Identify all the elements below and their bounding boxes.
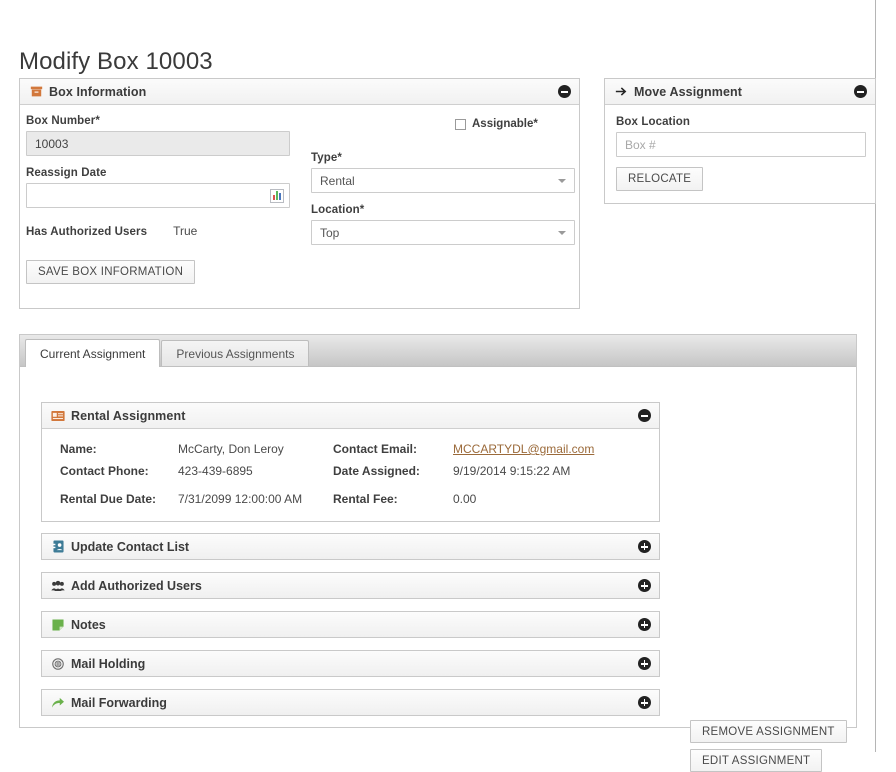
location-value: Top: [320, 225, 340, 240]
accordion-mail-forwarding-label: Mail Forwarding: [71, 695, 167, 710]
chevron-down-icon: [558, 230, 566, 235]
location-label: Location*: [311, 204, 365, 216]
move-assignment-body: Box Location Box # RELOCATE: [605, 105, 875, 191]
assignable-label: Assignable*: [472, 118, 538, 130]
box-info-left-column: Box Number* 10003 Reassign Date Has Auth…: [26, 115, 294, 284]
users-group-icon: [51, 579, 65, 593]
table-row: Name: McCarty, Don Leroy Contact Email: …: [52, 438, 649, 460]
tab-previous-assignments[interactable]: Previous Assignments: [161, 340, 310, 366]
has-authorized-users-value: True: [173, 224, 198, 238]
page-frame: Modify Box 10003 Box Information Box Num…: [0, 0, 876, 772]
edit-assignment-button[interactable]: EDIT ASSIGNMENT: [690, 749, 823, 772]
rental-assignment-header[interactable]: Rental Assignment: [42, 403, 659, 429]
assignment-actions: REMOVE ASSIGNMENT EDIT ASSIGNMENT: [690, 720, 847, 772]
assignable-row: Assignable*: [311, 115, 567, 133]
type-value: Rental: [320, 173, 355, 188]
rental-assignment-panel: Rental Assignment Name: McCarty, Don Ler…: [41, 402, 660, 522]
location-select[interactable]: Top: [311, 220, 575, 245]
archive-box-icon: [29, 85, 43, 99]
rental-assignment-details-table: Name: McCarty, Don Leroy Contact Email: …: [52, 438, 649, 510]
share-arrow-icon: [51, 696, 65, 710]
chevron-down-icon: [558, 178, 566, 183]
relocate-button[interactable]: RELOCATE: [616, 167, 704, 191]
collapse-toggle-rental-assignment[interactable]: [638, 409, 651, 422]
expand-toggle-mail-forwarding[interactable]: [638, 696, 651, 709]
name-value: McCarty, Don Leroy: [178, 442, 284, 456]
table-row: Contact Phone: 423-439-6895 Date Assigne…: [52, 460, 649, 482]
collapse-toggle-move-assignment[interactable]: [854, 85, 867, 98]
contact-email-value-cell: MCCARTYDL@gmail.com: [453, 438, 649, 460]
page-title: Modify Box 10003: [19, 48, 213, 76]
box-location-placeholder: Box #: [625, 137, 656, 152]
accordion-mail-holding[interactable]: Mail Holding: [41, 650, 660, 677]
rental-due-date-value: 7/31/2099 12:00:00 AM: [178, 492, 303, 506]
rental-assignment-title: Rental Assignment: [71, 408, 186, 423]
box-number-input[interactable]: 10003: [26, 131, 290, 156]
reassign-date-input[interactable]: [26, 183, 290, 208]
calendar-icon[interactable]: [270, 188, 284, 203]
accordion-mail-holding-label: Mail Holding: [71, 656, 146, 671]
box-information-header[interactable]: Box Information: [20, 79, 579, 105]
expand-toggle-update-contact-list[interactable]: [638, 540, 651, 553]
box-number-value: 10003: [35, 136, 69, 151]
sticky-note-icon: [51, 618, 65, 632]
tab-current-assignment-label: Current Assignment: [40, 346, 146, 361]
assignable-checkbox[interactable]: [455, 118, 466, 130]
save-box-information-button[interactable]: SAVE BOX INFORMATION: [26, 260, 196, 284]
id-card-icon: [51, 409, 65, 423]
box-number-label: Box Number*: [26, 115, 100, 127]
expand-toggle-mail-holding[interactable]: [638, 657, 651, 670]
arrow-right-icon: [614, 85, 628, 99]
collapse-toggle-box-information[interactable]: [558, 85, 571, 98]
tab-current-assignment[interactable]: Current Assignment: [25, 339, 161, 367]
tab-strip: Current Assignment Previous Assignments: [20, 335, 856, 367]
date-assigned-label: Date Assigned:: [333, 464, 420, 478]
accordion-add-authorized-users-label: Add Authorized Users: [71, 578, 202, 593]
table-row: Rental Due Date: 7/31/2099 12:00:00 AM R…: [52, 488, 649, 510]
date-assigned-value: 9/19/2014 9:15:22 AM: [453, 464, 571, 478]
box-location-input[interactable]: Box #: [616, 132, 866, 157]
type-label: Type*: [311, 152, 342, 164]
accordion-notes-label: Notes: [71, 617, 106, 632]
box-information-title: Box Information: [49, 84, 147, 99]
expand-toggle-add-authorized-users[interactable]: [638, 579, 651, 592]
type-select[interactable]: Rental: [311, 168, 575, 193]
name-label: Name:: [60, 442, 97, 456]
relocate-wrap: RELOCATE: [616, 167, 864, 191]
assignments-tabs-panel: Current Assignment Previous Assignments: [19, 334, 857, 772]
save-box-information-wrap: SAVE BOX INFORMATION: [26, 260, 294, 284]
has-authorized-users-label: Has Authorized Users: [26, 226, 148, 238]
rental-fee-value: 0.00: [453, 492, 477, 506]
move-assignment-panel: Move Assignment Box Location Box # RELOC…: [604, 78, 876, 204]
accordion-update-contact-list-label: Update Contact List: [71, 539, 190, 554]
contact-phone-label: Contact Phone:: [60, 464, 149, 478]
accordion-notes[interactable]: Notes: [41, 611, 660, 638]
rental-due-date-label: Rental Due Date:: [60, 492, 157, 506]
expand-toggle-notes[interactable]: [638, 618, 651, 631]
has-authorized-users-row: Has Authorized Users True: [26, 224, 294, 238]
move-assignment-header[interactable]: Move Assignment: [605, 79, 875, 105]
tab-previous-assignments-label: Previous Assignments: [176, 346, 295, 361]
contact-phone-value: 423-439-6895: [178, 464, 253, 478]
contact-book-icon: [51, 540, 65, 554]
move-assignment-title: Move Assignment: [634, 84, 743, 99]
rental-fee-label: Rental Fee:: [333, 492, 398, 506]
rental-assignment-body: Name: McCarty, Don Leroy Contact Email: …: [42, 429, 659, 521]
contact-email-label: Contact Email:: [333, 442, 418, 456]
remove-assignment-button[interactable]: REMOVE ASSIGNMENT: [690, 720, 847, 743]
box-location-label: Box Location: [616, 116, 691, 128]
accordion-mail-forwarding[interactable]: Mail Forwarding: [41, 689, 660, 716]
pause-circle-icon: [51, 657, 65, 671]
box-information-body: Box Number* 10003 Reassign Date Has Auth…: [20, 105, 579, 284]
accordion-add-authorized-users[interactable]: Add Authorized Users: [41, 572, 660, 599]
box-information-panel: Box Information Box Number* 10003 Reassi…: [19, 78, 580, 309]
accordion-update-contact-list[interactable]: Update Contact List: [41, 533, 660, 560]
contact-email-link[interactable]: MCCARTYDL@gmail.com: [453, 442, 594, 456]
box-info-right-column: Assignable* Type* Rental Location* Top: [311, 115, 575, 245]
reassign-date-label: Reassign Date: [26, 167, 107, 179]
